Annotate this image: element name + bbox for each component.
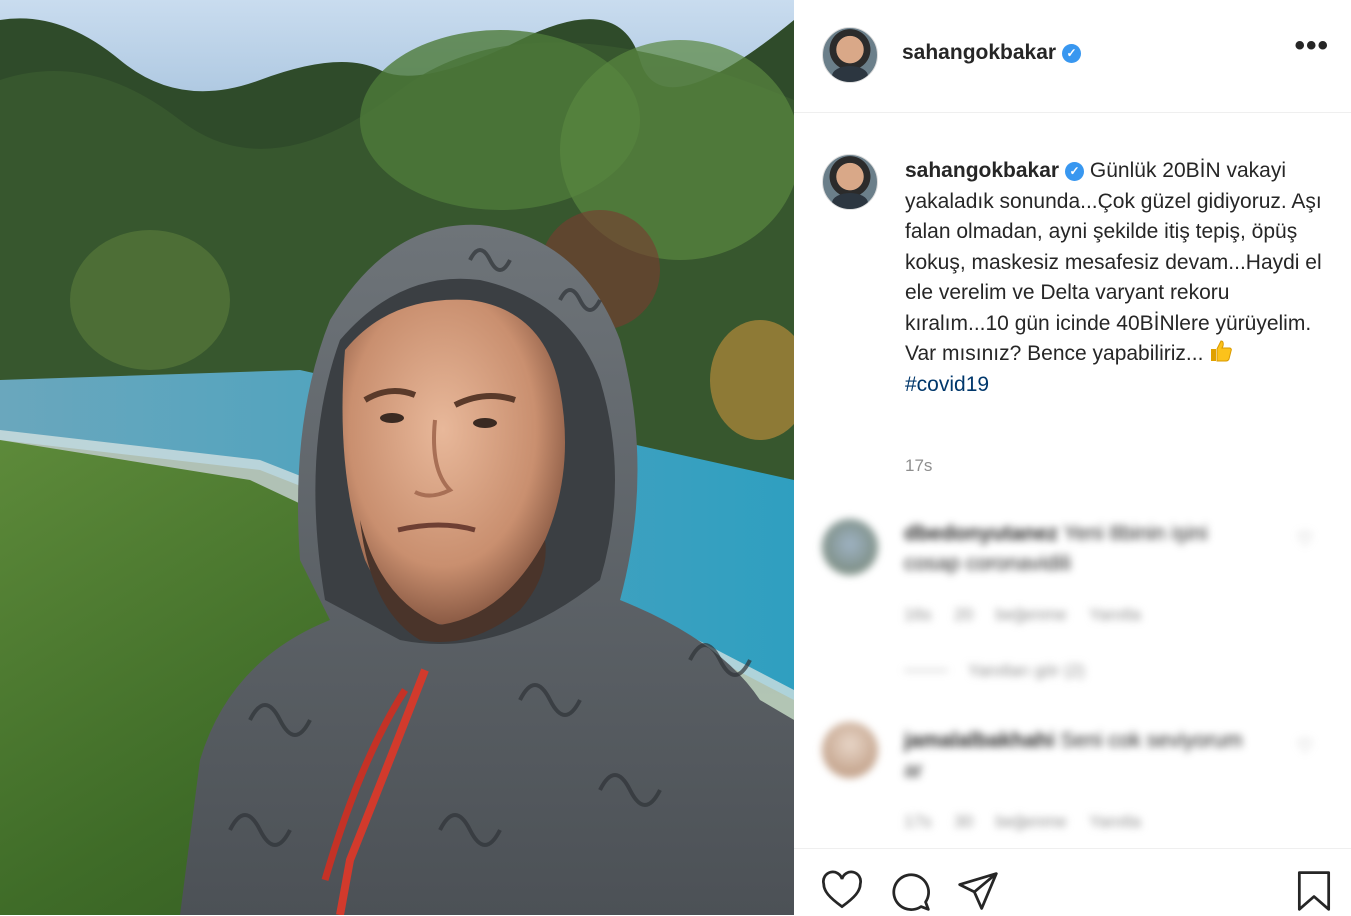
comment-likes[interactable]: 20 beğenme [954,605,1067,624]
bookmark-icon[interactable] [1292,869,1336,913]
comment-time[interactable]: 16s [904,605,931,624]
comment-time[interactable]: 17s [904,812,931,831]
thumbs-up-emoji [1211,340,1233,362]
comment-meta: 17s 30 beğenme Yanıtla [904,812,1141,832]
post-detail-panel: sahangokbakar ✓ ••• sahangokbakar ✓ Günlük… [794,0,1351,915]
verified-badge-icon: ✓ [1062,44,1082,63]
comment-likes[interactable]: 30 beğenme [954,812,1067,831]
hashtag-link[interactable]: #covid19 [905,370,1325,401]
comment-username[interactable]: dbedonyutanez [904,522,1058,545]
post-photo[interactable] [0,0,794,915]
photo-illustration [0,0,794,915]
view-replies-label[interactable]: Yanıtları gör (2) [968,661,1085,680]
comment-icon[interactable] [888,869,932,913]
post-author[interactable]: sahangokbakar ✓ [902,41,1082,65]
comment-body: jamalalbakhahi Seni cok seviyorum ar [904,726,1244,786]
comment-reply-button[interactable]: Yanıtla [1089,812,1141,831]
more-options-icon[interactable]: ••• [1294,31,1329,61]
post-author-username[interactable]: sahangokbakar [902,41,1056,64]
avatar[interactable] [822,722,878,778]
post-header: sahangokbakar ✓ ••• [794,0,1351,113]
comment-meta: 16s 20 beğenme Yanıtla [904,605,1141,625]
heart-icon[interactable] [820,869,864,913]
action-bar [794,848,1351,916]
comment-reply-button[interactable]: Yanıtla [1089,605,1141,624]
comment-like-icon[interactable]: ♡ [1297,736,1313,757]
share-icon[interactable] [956,869,1000,913]
caption-text: Günlük 20BİN vakayi yakaladık sonunda...… [905,159,1322,365]
divider [904,670,948,671]
comment-username[interactable]: jamalalbakhahi [904,729,1055,752]
avatar[interactable] [822,27,878,83]
comment-like-icon[interactable]: ♡ [1297,529,1313,550]
caption-avatar[interactable] [822,154,878,210]
avatar[interactable] [822,519,878,575]
view-replies-button[interactable]: Yanıtları gör (2) [904,661,1085,681]
post-caption: sahangokbakar ✓ Günlük 20BİN vakayi yakal… [905,156,1325,400]
verified-badge-icon: ✓ [1065,162,1085,181]
comment-body: dbedonyutanez Yeni 8binin işini cosap co… [904,519,1244,579]
caption-timestamp[interactable]: 17s [905,456,932,476]
caption-username[interactable]: sahangokbakar [905,159,1059,182]
